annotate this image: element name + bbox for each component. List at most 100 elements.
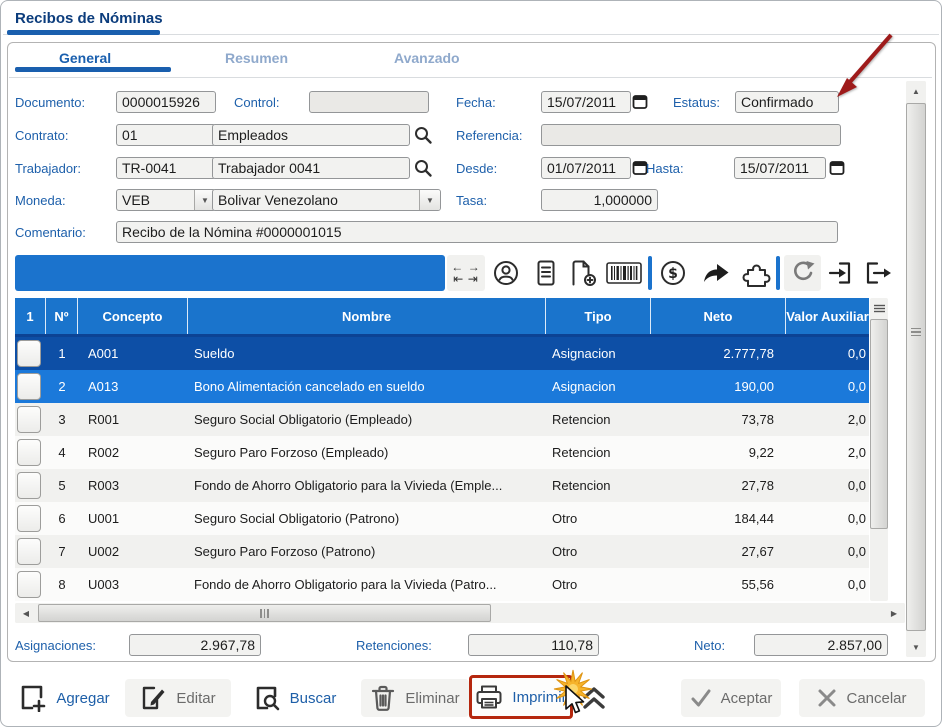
scroll-up-icon[interactable]: ▲ bbox=[906, 81, 926, 101]
trabajador-label: Trabajador: bbox=[15, 161, 81, 176]
header-nombre[interactable]: Nombre bbox=[188, 298, 546, 334]
puzzle-icon[interactable] bbox=[741, 258, 771, 288]
documento-label: Documento: bbox=[15, 95, 85, 110]
panel-vscrollbar-thumb[interactable] bbox=[906, 103, 926, 631]
agregar-button[interactable]: Agregar bbox=[15, 679, 115, 717]
cell-tipo: Retencion bbox=[546, 478, 651, 493]
table-row[interactable]: 3 R001 Seguro Social Obligatorio (Emplea… bbox=[15, 403, 869, 436]
cell-concepto: R002 bbox=[78, 445, 188, 460]
cell-numero: 3 bbox=[46, 412, 78, 427]
fecha-calendar-icon[interactable] bbox=[632, 93, 648, 110]
row-selector[interactable] bbox=[17, 472, 41, 499]
scroll-down-icon[interactable]: ▼ bbox=[906, 637, 926, 657]
imprimir-button[interactable]: Imprimir bbox=[469, 675, 573, 719]
document-add-icon[interactable] bbox=[569, 259, 599, 287]
toolbar-separator bbox=[776, 256, 780, 290]
aceptar-button[interactable]: Aceptar bbox=[681, 679, 781, 717]
cell-neto: 2.777,78 bbox=[651, 346, 786, 361]
export-icon[interactable] bbox=[863, 259, 893, 287]
contrato-code-field[interactable]: 01 bbox=[116, 124, 216, 146]
cell-tipo: Otro bbox=[546, 577, 651, 592]
referencia-field[interactable] bbox=[541, 124, 841, 146]
tab-avanzado[interactable]: Avanzado bbox=[394, 50, 460, 66]
header-selector[interactable]: 1 bbox=[15, 298, 46, 334]
dollar-icon[interactable]: $ bbox=[659, 259, 687, 287]
scroll-left-icon[interactable]: ◀ bbox=[15, 603, 37, 623]
chevron-down-icon[interactable]: ▼ bbox=[419, 190, 440, 210]
chevrons-up-icon[interactable] bbox=[581, 685, 607, 711]
contrato-search-icon[interactable] bbox=[413, 125, 433, 145]
table-row[interactable]: 1 A001 Sueldo Asignacion 2.777,78 0,0 bbox=[15, 337, 869, 370]
editar-button[interactable]: Editar bbox=[125, 679, 231, 717]
desde-label: Desde: bbox=[456, 161, 497, 176]
cell-tipo: Asignacion bbox=[546, 379, 651, 394]
row-selector[interactable] bbox=[17, 373, 41, 400]
documento-field[interactable]: 0000015926 bbox=[116, 91, 216, 113]
table-row[interactable]: 6 U001 Seguro Social Obligatorio (Patron… bbox=[15, 502, 869, 535]
header-concepto[interactable]: Concepto bbox=[78, 298, 188, 334]
cell-tipo: Asignacion bbox=[546, 346, 651, 361]
add-document-icon bbox=[20, 684, 47, 712]
tab-general[interactable]: General bbox=[59, 50, 111, 66]
table-row[interactable]: 8 U003 Fondo de Ahorro Obligatorio para … bbox=[15, 568, 869, 601]
header-valor-auxiliar[interactable]: Valor Auxiliar bbox=[786, 298, 869, 334]
cell-valor-auxiliar: 0,0 bbox=[786, 379, 869, 394]
row-selector[interactable] bbox=[17, 439, 41, 466]
document-lines-icon[interactable] bbox=[534, 259, 558, 287]
cell-concepto: A013 bbox=[78, 379, 188, 394]
refresh-icon[interactable] bbox=[784, 255, 821, 291]
table-row[interactable]: 2 A013 Bono Alimentación cancelado en su… bbox=[15, 370, 869, 403]
row-selector[interactable] bbox=[17, 538, 41, 565]
cell-valor-auxiliar: 0,0 bbox=[786, 511, 869, 526]
table-vscrollbar-thumb[interactable] bbox=[870, 319, 888, 529]
cell-neto: 9,22 bbox=[651, 445, 786, 460]
header-tipo[interactable]: Tipo bbox=[546, 298, 651, 334]
row-selector[interactable] bbox=[17, 571, 41, 598]
eliminar-button[interactable]: Eliminar bbox=[361, 679, 469, 717]
table-hscrollbar-thumb[interactable] bbox=[38, 604, 491, 622]
asignaciones-field: 2.967,78 bbox=[129, 634, 261, 656]
user-icon[interactable] bbox=[491, 258, 521, 288]
cell-valor-auxiliar: 2,0 bbox=[786, 412, 869, 427]
contrato-name-field[interactable]: Empleados bbox=[212, 124, 410, 146]
trabajador-name-field[interactable]: Trabajador 0041 bbox=[212, 157, 410, 179]
table-row[interactable]: 7 U002 Seguro Paro Forzoso (Patrono) Otr… bbox=[15, 535, 869, 568]
tabs-divider bbox=[9, 77, 932, 78]
estatus-field[interactable]: Confirmado bbox=[735, 91, 839, 113]
hasta-calendar-icon[interactable] bbox=[829, 159, 845, 176]
header-neto[interactable]: Neto bbox=[651, 298, 786, 334]
import-icon[interactable] bbox=[827, 259, 855, 287]
trabajador-code-field[interactable]: TR-0041 bbox=[116, 157, 216, 179]
moneda-code-value: VEB bbox=[117, 190, 194, 210]
buscar-button[interactable]: Buscar bbox=[247, 679, 343, 717]
barcode-icon[interactable] bbox=[606, 262, 642, 284]
trabajador-search-icon[interactable] bbox=[413, 158, 433, 178]
cell-neto: 73,78 bbox=[651, 412, 786, 427]
cell-neto: 55,56 bbox=[651, 577, 786, 592]
moneda-name-select[interactable]: Bolivar Venezolano ▼ bbox=[212, 189, 441, 211]
moneda-code-select[interactable]: VEB ▼ bbox=[116, 189, 216, 211]
fecha-field[interactable]: 15/07/2011 bbox=[541, 91, 631, 113]
control-field[interactable] bbox=[309, 91, 429, 113]
payroll-receipts-window: Recibos de Nóminas General Resumen Avanz… bbox=[0, 0, 942, 727]
table-body: 1 A001 Sueldo Asignacion 2.777,78 0,0 2 … bbox=[15, 337, 869, 601]
resize-columns-icon[interactable]: ← →⇤ ⇥ bbox=[447, 255, 485, 291]
cancelar-button[interactable]: Cancelar bbox=[799, 679, 925, 717]
row-selector[interactable] bbox=[17, 505, 41, 532]
scroll-right-icon[interactable]: ▶ bbox=[883, 603, 905, 623]
row-selector[interactable] bbox=[17, 406, 41, 433]
toolbar-blue-bar bbox=[15, 255, 445, 291]
desde-field[interactable]: 01/07/2011 bbox=[541, 157, 631, 179]
header-numero[interactable]: Nº bbox=[46, 298, 78, 334]
hasta-label: Hasta: bbox=[646, 161, 684, 176]
forward-arrow-icon[interactable] bbox=[701, 261, 731, 285]
tasa-field[interactable]: 1,000000 bbox=[541, 189, 658, 211]
tab-resumen[interactable]: Resumen bbox=[225, 50, 288, 66]
column-menu-icon[interactable] bbox=[870, 299, 888, 317]
row-selector[interactable] bbox=[17, 340, 41, 367]
table-row[interactable]: 4 R002 Seguro Paro Forzoso (Empleado) Re… bbox=[15, 436, 869, 469]
comentario-field[interactable]: Recibo de la Nómina #0000001015 bbox=[116, 221, 838, 243]
cell-valor-auxiliar: 2,0 bbox=[786, 445, 869, 460]
table-row[interactable]: 5 R003 Fondo de Ahorro Obligatorio para … bbox=[15, 469, 869, 502]
hasta-field[interactable]: 15/07/2011 bbox=[734, 157, 826, 179]
